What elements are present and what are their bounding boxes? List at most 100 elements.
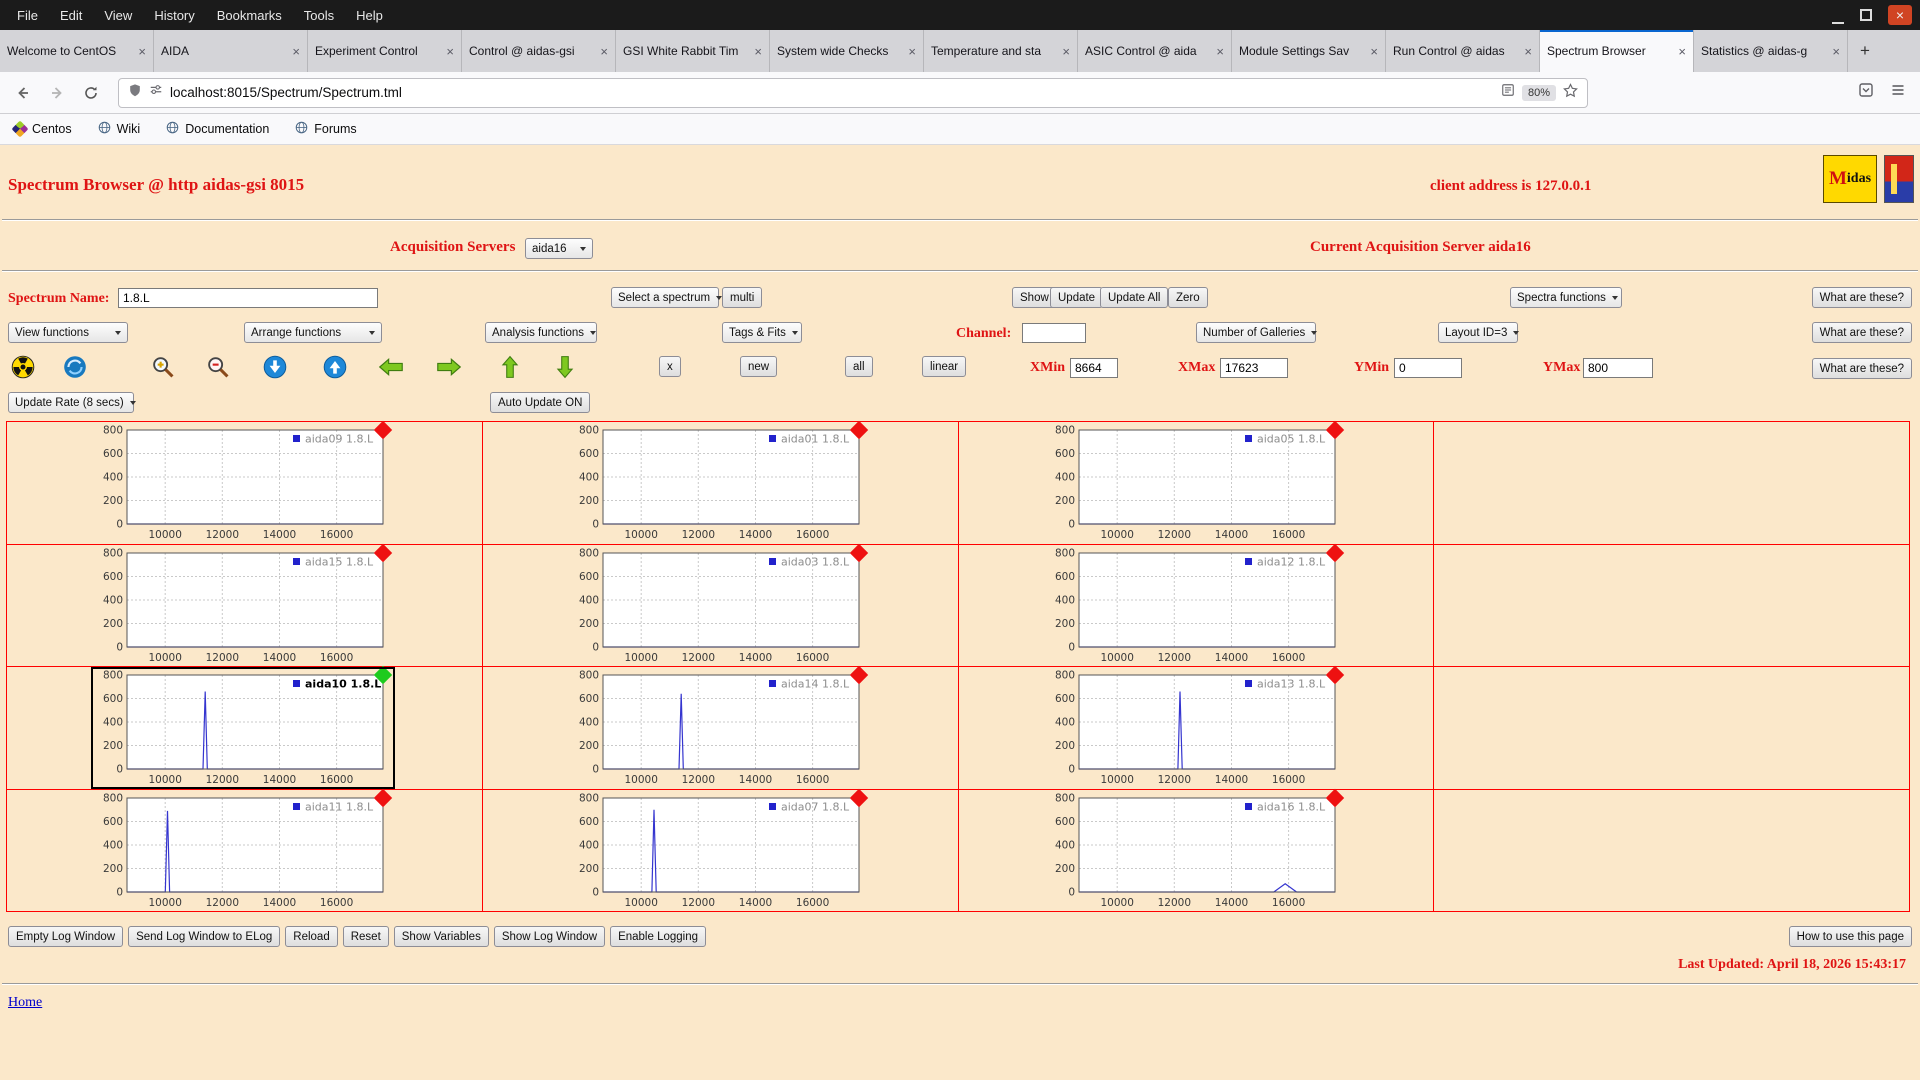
tab-close-icon[interactable]: × (1524, 44, 1532, 59)
what-are-these-button[interactable]: What are these? (1811, 287, 1912, 308)
chart-aida10[interactable]: 0 200 400 600 800 10000 12000 14000 16000 aida10 … (91, 665, 395, 789)
update-rate-dropdown[interactable]: Update Rate (8 secs) (8, 392, 136, 413)
gallery-cell-aida07[interactable]: 0 200 400 600 800 10000 12000 14000 16000 aida07 … (482, 788, 959, 912)
menu-help[interactable]: Help (345, 8, 394, 23)
tab-close-icon[interactable]: × (1832, 44, 1840, 59)
reader-view-icon[interactable] (1501, 83, 1515, 102)
arrange-functions-dropdown[interactable]: Arrange functions (244, 322, 382, 343)
tab-close-icon[interactable]: × (138, 44, 146, 59)
empty-log-window-button[interactable]: Empty Log Window (8, 926, 124, 947)
tab-close-icon[interactable]: × (1370, 44, 1378, 59)
chart-aida09[interactable]: 0 200 400 600 800 10000 12000 14000 16000 aida09 … (93, 420, 393, 542)
maximize-button[interactable] (1860, 9, 1872, 21)
tab-gsi-white-rabbit-tim[interactable]: GSI White Rabbit Tim × (616, 30, 770, 72)
arrow-down-icon[interactable] (552, 354, 578, 380)
tab-close-icon[interactable]: × (1216, 44, 1224, 59)
new-tab-button[interactable]: + (1848, 30, 1882, 72)
close-button[interactable]: × (1888, 5, 1912, 25)
url-bar[interactable]: localhost:8015/Spectrum/Spectrum.tml 80% (118, 77, 1588, 108)
arrow-right-icon[interactable] (436, 354, 462, 380)
reload-icon[interactable] (78, 80, 104, 106)
minimize-button[interactable] (1832, 12, 1844, 24)
gallery-cell-aida01[interactable]: 0 200 400 600 800 10000 12000 14000 16000 aida01 … (482, 420, 959, 545)
tab-experiment-control[interactable]: Experiment Control × (308, 30, 462, 72)
tab-asic-control-aida[interactable]: ASIC Control @ aida × (1078, 30, 1232, 72)
app-menu-icon[interactable] (1890, 82, 1906, 103)
xmin-input[interactable] (1070, 358, 1118, 378)
view-functions-dropdown[interactable]: View functions (8, 322, 128, 343)
how-to-use-button[interactable]: How to use this page (1788, 926, 1912, 947)
gallery-cell-aida05[interactable]: 0 200 400 600 800 10000 12000 14000 16000 aida05 … (958, 420, 1435, 545)
tab-run-control-aidas[interactable]: Run Control @ aidas × (1386, 30, 1540, 72)
menu-view[interactable]: View (93, 8, 143, 23)
tab-aida[interactable]: AIDA × (154, 30, 308, 72)
chart-aida13[interactable]: 0 200 400 600 800 10000 12000 14000 16000 aida13 … (1045, 665, 1345, 787)
zero-button[interactable]: Zero (1168, 287, 1208, 308)
tab-temperature-and-sta[interactable]: Temperature and sta × (924, 30, 1078, 72)
chart-aida07[interactable]: 0 200 400 600 800 10000 12000 14000 16000 aida07 … (569, 788, 869, 910)
all-button[interactable]: all (845, 356, 873, 377)
site-info-icon[interactable] (149, 83, 163, 102)
menu-file[interactable]: File (6, 8, 49, 23)
tab-close-icon[interactable]: × (446, 44, 454, 59)
whirlpool-icon[interactable] (62, 354, 88, 380)
update-all-button[interactable]: Update All (1100, 287, 1169, 308)
chart-aida12[interactable]: 0 200 400 600 800 10000 12000 14000 16000 aida12 … (1045, 543, 1345, 665)
layout-id-dropdown[interactable]: Layout ID=3 (1438, 322, 1520, 343)
bookmark-documentation[interactable]: Documentation (166, 121, 269, 137)
xmax-input[interactable] (1220, 358, 1288, 378)
tab-module-settings-sav[interactable]: Module Settings Sav × (1232, 30, 1386, 72)
reload-button[interactable]: Reload (285, 926, 338, 947)
url-text[interactable]: localhost:8015/Spectrum/Spectrum.tml (170, 85, 1494, 100)
home-link[interactable]: Home (8, 995, 42, 1011)
show-log-window-button[interactable]: Show Log Window (493, 926, 606, 947)
forward-icon[interactable] (44, 80, 70, 106)
tab-close-icon[interactable]: × (600, 44, 608, 59)
update-button[interactable]: Update (1050, 287, 1104, 308)
multi-button[interactable]: multi (722, 287, 763, 308)
spectra-functions-dropdown[interactable]: Spectra functions (1510, 287, 1622, 308)
tab-close-icon[interactable]: × (1678, 44, 1686, 59)
analysis-functions-dropdown[interactable]: Analysis functions (485, 322, 597, 343)
chart-aida01[interactable]: 0 200 400 600 800 10000 12000 14000 16000 aida01 … (569, 420, 869, 542)
gallery-cell-aida12[interactable]: 0 200 400 600 800 10000 12000 14000 16000 aida12 … (958, 543, 1435, 667)
shield-icon[interactable] (128, 83, 142, 103)
zoom-level-badge[interactable]: 80% (1521, 84, 1556, 101)
back-icon[interactable] (10, 80, 36, 106)
chart-aida14[interactable]: 0 200 400 600 800 10000 12000 14000 16000 aida14 … (569, 665, 869, 787)
chart-aida15[interactable]: 0 200 400 600 800 10000 12000 14000 16000 aida15 … (93, 543, 393, 665)
send-log-window-to-elog-button[interactable]: Send Log Window to ELog (128, 926, 281, 947)
chart-aida16[interactable]: 0 200 400 600 800 10000 12000 14000 16000 aida16 … (1045, 788, 1345, 910)
enable-logging-button[interactable]: Enable Logging (610, 926, 707, 947)
gallery-cell-aida03[interactable]: 0 200 400 600 800 10000 12000 14000 16000 aida03 … (482, 543, 959, 667)
zoom-out-icon[interactable] (205, 354, 231, 380)
bookmark-star-icon[interactable] (1563, 82, 1578, 103)
gallery-cell-aida14[interactable]: 0 200 400 600 800 10000 12000 14000 16000 aida14 … (482, 665, 959, 790)
linear-button[interactable]: linear (922, 356, 967, 377)
chart-aida11[interactable]: 0 200 400 600 800 10000 12000 14000 16000 aida11 … (93, 788, 393, 910)
spectrum-name-input[interactable] (118, 288, 378, 308)
menu-history[interactable]: History (143, 8, 205, 23)
channel-input[interactable] (1022, 323, 1086, 343)
menu-bookmarks[interactable]: Bookmarks (206, 8, 293, 23)
save-to-pocket-icon[interactable] (1858, 82, 1874, 103)
gallery-cell-aida15[interactable]: 0 200 400 600 800 10000 12000 14000 16000 aida15 … (7, 543, 483, 667)
chart-aida03[interactable]: 0 200 400 600 800 10000 12000 14000 16000 aida03 … (569, 543, 869, 665)
number-of-galleries-dropdown[interactable]: Number of Galleries (1196, 322, 1318, 343)
gallery-cell-aida09[interactable]: 0 200 400 600 800 10000 12000 14000 16000 aida09 … (7, 420, 483, 545)
arrow-left-icon[interactable] (378, 354, 404, 380)
auto-update-button[interactable]: Auto Update ON (490, 392, 591, 413)
x-button[interactable]: x (659, 356, 681, 377)
tab-close-icon[interactable]: × (1062, 44, 1070, 59)
gallery-cell-aida11[interactable]: 0 200 400 600 800 10000 12000 14000 16000 aida11 … (7, 788, 483, 912)
tags-fits-dropdown[interactable]: Tags & Fits (722, 322, 802, 343)
ymax-input[interactable] (1583, 358, 1653, 378)
menu-edit[interactable]: Edit (49, 8, 93, 23)
tab-system-wide-checks[interactable]: System wide Checks × (770, 30, 924, 72)
zoom-in-icon[interactable] (150, 354, 176, 380)
show-variables-button[interactable]: Show Variables (393, 926, 489, 947)
bookmark-forums[interactable]: Forums (295, 121, 357, 137)
tab-close-icon[interactable]: × (754, 44, 762, 59)
gallery-cell-aida16[interactable]: 0 200 400 600 800 10000 12000 14000 16000 aida16 … (958, 788, 1435, 912)
chart-aida05[interactable]: 0 200 400 600 800 10000 12000 14000 16000 aida05 … (1045, 420, 1345, 542)
